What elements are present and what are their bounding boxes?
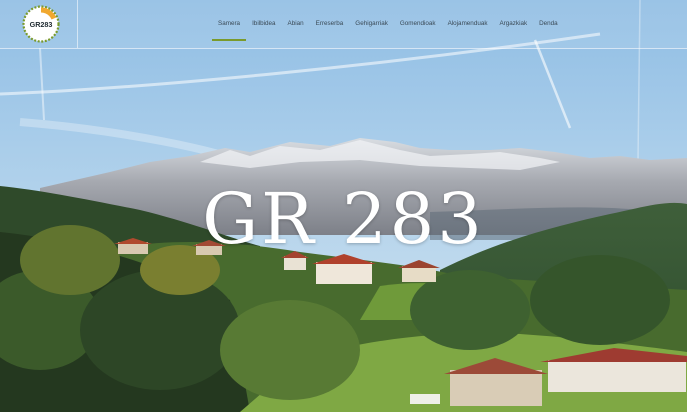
nav-item-abian[interactable]: Abian [282,0,310,48]
gr283-logo[interactable]: GR283 [21,4,61,44]
nav-item-erreserba[interactable]: Erreserba [310,0,350,48]
main-nav: Samera Ibilbidea Abian Erreserba Gehigar… [212,0,564,48]
top-navigation-bar: GR283 Samera Ibilbidea Abian Erreserba G… [0,0,687,49]
nav-item-denda[interactable]: Denda [533,0,564,48]
hero-title: GR 283 [202,178,485,260]
logo-text: GR283 [30,20,53,29]
page: GR283 Samera Ibilbidea Abian Erreserba G… [0,0,687,412]
nav-item-gehigarriak[interactable]: Gehigarriak [349,0,394,48]
logo-area: GR283 [0,0,78,48]
nav-item-ibilbidea[interactable]: Ibilbidea [246,0,281,48]
nav-item-gomendioak[interactable]: Gomendioak [394,0,442,48]
nav-item-alojamenduak[interactable]: Alojamenduak [442,0,494,48]
nav-item-samera[interactable]: Samera [212,0,247,48]
nav-item-argazkiak[interactable]: Argazkiak [493,0,533,48]
